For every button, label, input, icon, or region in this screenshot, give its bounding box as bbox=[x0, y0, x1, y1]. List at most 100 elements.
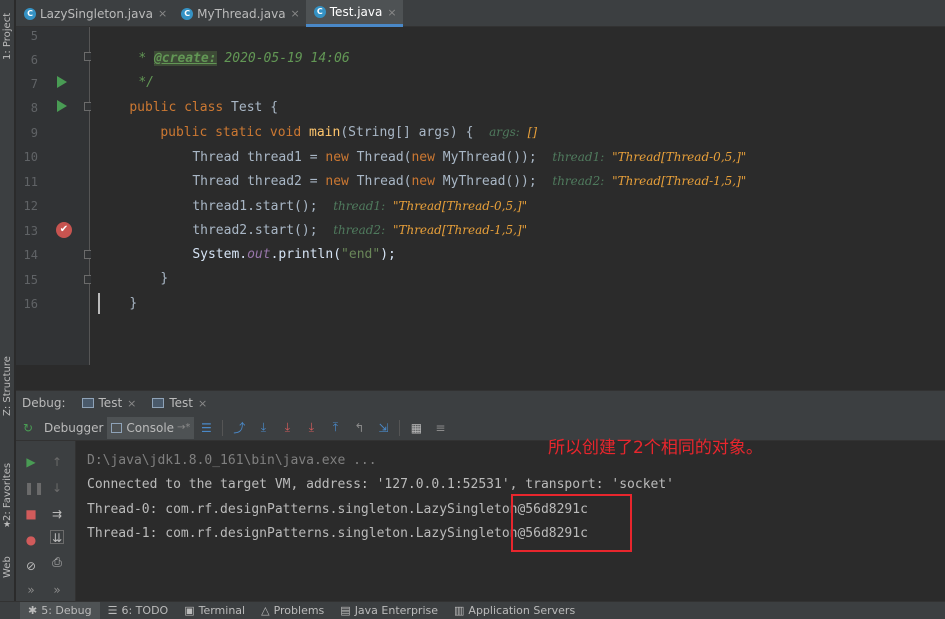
class-icon: C bbox=[313, 6, 326, 18]
terminal-icon: ▣ bbox=[184, 604, 195, 617]
console-tab[interactable]: Console →* bbox=[107, 416, 195, 439]
toolbar-separator bbox=[399, 419, 401, 436]
tool-label: Java Enterprise bbox=[354, 604, 439, 617]
line-number: 12 bbox=[23, 199, 38, 213]
soft-wrap-icon[interactable]: ⇉ bbox=[50, 507, 64, 521]
step-out-icon[interactable]: ⤒ bbox=[327, 420, 343, 436]
menu-icon[interactable]: ☰ bbox=[198, 420, 214, 436]
down-arrow-icon[interactable]: ↓ bbox=[50, 481, 64, 495]
line-number: 15 bbox=[23, 273, 38, 287]
field-name: out bbox=[247, 247, 271, 262]
line-number: 6 bbox=[30, 53, 38, 67]
class-icon: C bbox=[24, 7, 36, 20]
tab-debug[interactable]: ✱ 5: Debug bbox=[20, 601, 100, 619]
debug-toolbar: ↻ Debugger Console →* ☰ ⤴ ⤓ ⤓ ⤓ ⤒ ↰ ⇲ ▦ … bbox=[16, 415, 945, 441]
debug-session-tab[interactable]: Test × bbox=[74, 391, 145, 416]
code-text: System. bbox=[192, 247, 248, 262]
line-number: 9 bbox=[30, 126, 38, 140]
favorites-tool-button[interactable]: 2: Favorites bbox=[0, 455, 15, 521]
server-icon: ▥ bbox=[454, 604, 465, 617]
console-line: D:\java\jdk1.8.0_161\bin\java.exe ... bbox=[87, 453, 377, 468]
class-icon: C bbox=[181, 7, 194, 20]
bug-icon: ✱ bbox=[28, 604, 38, 617]
run-class-icon[interactable] bbox=[57, 76, 67, 88]
console-window-icon bbox=[81, 398, 94, 408]
breakpoint-icon[interactable]: ✔ bbox=[56, 222, 72, 238]
tab-java-enterprise[interactable]: ▤ Java Enterprise bbox=[332, 602, 446, 619]
line-number: 14 bbox=[23, 248, 38, 262]
console-window-icon bbox=[152, 398, 165, 408]
run-main-icon[interactable] bbox=[57, 100, 67, 112]
debug-title: Debug: bbox=[22, 396, 66, 410]
close-icon[interactable]: × bbox=[198, 397, 207, 410]
up-arrow-icon[interactable]: ↑ bbox=[50, 455, 64, 469]
evaluate-expression-icon[interactable]: ▦ bbox=[408, 420, 424, 436]
print-icon[interactable]: ⎙ bbox=[50, 555, 64, 569]
tool-label: 5: Debug bbox=[41, 604, 92, 617]
drop-frame-icon[interactable]: ↰ bbox=[351, 420, 367, 436]
rerun-icon[interactable]: ↻ bbox=[20, 420, 36, 436]
tab-problems[interactable]: △ Problems bbox=[253, 602, 332, 619]
step-over-icon[interactable]: ⤓ bbox=[255, 420, 271, 436]
pause-icon[interactable]: ❚❚ bbox=[24, 481, 44, 495]
code-editor[interactable]: * @create: 2020-05-19 14:06 */ public cl… bbox=[91, 27, 945, 365]
text-caret bbox=[98, 293, 100, 314]
close-icon[interactable]: × bbox=[158, 7, 167, 20]
project-tool-button[interactable]: 1: Project bbox=[0, 4, 15, 60]
toolbar-separator bbox=[222, 419, 224, 436]
tab-application-servers[interactable]: ▥ Application Servers bbox=[446, 602, 583, 619]
tab-terminal[interactable]: ▣ Terminal bbox=[176, 602, 253, 619]
annotation-highlight-box bbox=[511, 494, 632, 552]
run-to-cursor-icon[interactable]: ⇲ bbox=[375, 420, 391, 436]
console-line: Connected to the target VM, address: '12… bbox=[87, 477, 674, 492]
web-tool-button[interactable]: Web bbox=[0, 548, 15, 578]
tool-label: Problems bbox=[273, 604, 325, 617]
pin-icon[interactable]: →* bbox=[177, 422, 190, 433]
close-icon[interactable]: × bbox=[291, 7, 300, 20]
debug-session-label: Test bbox=[98, 396, 123, 410]
tool-window-bar: ✱ 5: Debug ☰ 6: TODO ▣ Terminal △ Problems ▤… bbox=[0, 601, 945, 619]
annotation-text: 所以创建了2个相同的对象。 bbox=[548, 438, 763, 458]
step-into-icon[interactable]: ⤓ bbox=[279, 420, 295, 436]
closing-brace: } bbox=[160, 271, 169, 286]
more-icon[interactable]: » bbox=[50, 583, 64, 597]
tool-label: Application Servers bbox=[468, 604, 576, 617]
left-tool-strip: 1: Project Z: Structure 2: Favorites ★ W… bbox=[0, 0, 15, 619]
debug-session-label: Test bbox=[169, 396, 194, 410]
view-breakpoints-icon[interactable]: ● bbox=[24, 533, 38, 547]
console-tab-label: Console bbox=[126, 420, 175, 435]
structure-tool-button[interactable]: Z: Structure bbox=[0, 350, 15, 416]
list-icon: ☰ bbox=[107, 604, 118, 617]
tool-label: Terminal bbox=[198, 604, 246, 617]
debug-session-tab[interactable]: Test × bbox=[144, 391, 215, 416]
trace-icon[interactable]: ≡ bbox=[432, 420, 448, 436]
close-icon[interactable]: × bbox=[127, 397, 136, 410]
star-icon: ★ bbox=[3, 520, 12, 530]
warning-icon: △ bbox=[261, 604, 270, 617]
string-literal: "end" bbox=[341, 247, 381, 262]
show-execution-point-icon[interactable]: ⤴ bbox=[231, 420, 247, 436]
close-icon[interactable]: × bbox=[387, 6, 396, 19]
mute-breakpoints-icon[interactable]: ⊘ bbox=[24, 559, 38, 573]
debugger-tab[interactable]: Debugger bbox=[40, 417, 107, 439]
force-step-into-icon[interactable]: ⤓ bbox=[303, 420, 319, 436]
stop-icon[interactable]: ■ bbox=[24, 507, 38, 521]
tool-label: 6: TODO bbox=[121, 604, 169, 617]
editor-gutter[interactable]: 5 6 7 8 9 10 11 12 13 14 15 16 bbox=[16, 27, 90, 365]
tab-todo[interactable]: ☰ 6: TODO bbox=[100, 602, 177, 619]
line-number: 16 bbox=[23, 297, 38, 311]
comment: 2020-05-19 14:06 bbox=[216, 51, 350, 66]
more-icon[interactable]: » bbox=[24, 583, 38, 597]
comment-tag: @create: bbox=[153, 51, 217, 66]
line-number: 8 bbox=[30, 101, 38, 115]
resume-icon[interactable]: ▶ bbox=[24, 455, 38, 469]
code-text: .println( bbox=[270, 247, 342, 262]
enterprise-icon: ▤ bbox=[340, 604, 351, 617]
line-number: 10 bbox=[23, 150, 38, 164]
line-number: 7 bbox=[30, 77, 38, 91]
scroll-to-end-icon[interactable]: ⇊ bbox=[50, 530, 64, 545]
inline-debug-value: "Thread[Thread-1,5,]" bbox=[392, 223, 528, 237]
console-side-toolbar: ▶ ↑ ❚❚ ↓ ■ ⇉ ⇊ ● ⎙ ⊘ » » bbox=[16, 441, 76, 601]
line-number: 13 bbox=[23, 224, 38, 238]
code-text: ); bbox=[380, 247, 396, 262]
